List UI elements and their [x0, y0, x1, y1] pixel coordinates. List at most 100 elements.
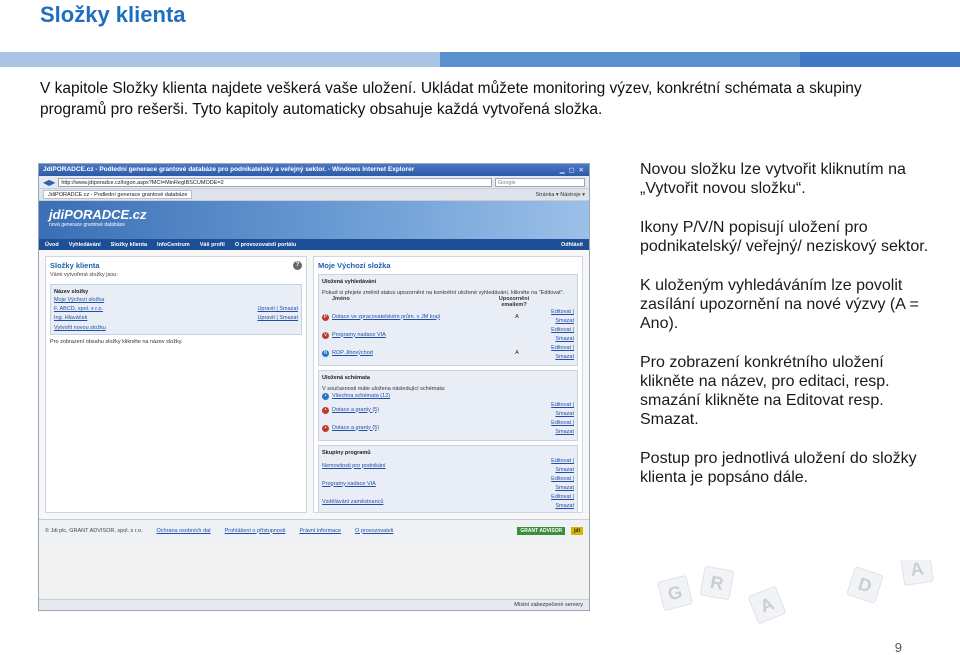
browser-title: JdiPORADCE.cz - Podlední generace granto…: [43, 166, 415, 173]
scheme-icon: •: [322, 393, 329, 400]
saved-searches-header: Jméno Upozornění emailem?: [322, 296, 574, 308]
group-link[interactable]: Nemovitosti pro podnikání: [322, 462, 531, 471]
browser-titlebar: JdiPORADCE.cz - Podlední generace granto…: [39, 164, 589, 176]
band-segment-light: [0, 52, 440, 67]
footer-copyright: © Jdi plc, GRANT ADVISOR, spol. s r.o.: [45, 527, 143, 534]
folder-detail-panel: Moje Výchozí složka Uložená vyhledávání …: [313, 256, 583, 513]
footer-logos: GRANT ADVISOR jdi: [517, 526, 583, 535]
row-actions[interactable]: Editovat | Smazat: [534, 493, 574, 511]
table-row: V Programy nadace VIA Editovat | Smazat: [322, 326, 574, 344]
decor-tile: A: [747, 585, 787, 625]
folder-detail-title: Moje Výchozí složka: [318, 261, 391, 270]
folder-actions[interactable]: Upravit | Smazat: [257, 305, 298, 314]
folders-panel: Složky klienta ? Vámi vytvořené složky j…: [45, 256, 307, 513]
address-bar: ◀▶ http://www.jdiporadce.cz/logon.aspx?M…: [39, 176, 589, 189]
scheme-icon: •: [322, 406, 329, 414]
site-body: Složky klienta ? Vámi vytvořené složky j…: [39, 250, 589, 519]
list-item: Programy nadace VIA Editovat | Smazat: [322, 475, 574, 493]
back-forward-icon[interactable]: ◀▶: [43, 178, 55, 187]
folder-detail-header: Moje Výchozí složka: [318, 261, 578, 270]
footer-link-accessibility[interactable]: Prohlášení o přístupnosti: [225, 528, 286, 534]
col-alert: Upozornění emailem?: [498, 296, 530, 308]
group-link[interactable]: Vzdělávání zaměstnanců: [322, 498, 531, 507]
row-actions[interactable]: Editovat | Smazat: [534, 475, 574, 493]
saved-schemes-section: Uložená schémata V současnosti máte ulož…: [318, 370, 578, 441]
folder-link[interactable]: F. ABCD, spol. s r.o.: [54, 305, 103, 314]
new-folder-link[interactable]: Vytvořit novou složku: [54, 325, 298, 331]
footer-link-legal[interactable]: Právní informace: [299, 528, 341, 534]
group-link[interactable]: Programy nadace VIA: [322, 480, 531, 489]
grant-advisor-logo[interactable]: GRANT ADVISOR: [517, 526, 566, 535]
slide-title: Složky klienta: [40, 2, 186, 27]
list-item: Moje Výchozí složka: [54, 296, 298, 305]
logo-tagline: nová generace grantové databáze: [49, 222, 125, 228]
scheme-link[interactable]: Všechna schémata (12): [332, 392, 531, 401]
row-actions[interactable]: Editovat | Smazat: [534, 419, 574, 437]
saved-search-link[interactable]: Programy nadace VIA: [332, 331, 500, 340]
list-item: Ing. Hlaváček Upravit | Smazat: [54, 314, 298, 323]
browser-tools[interactable]: Stránka ▾ Nástroje ▾: [535, 192, 585, 198]
saved-searches-title: Uložená vyhledávání: [322, 279, 377, 285]
explanation-paragraph: Ikony P/V/N popisují uložení pro podnika…: [640, 219, 929, 255]
explanation-text: Novou složku lze vytvořit kliknutím na „…: [640, 160, 940, 507]
decor-tile: R: [699, 565, 735, 601]
scheme-icon: •: [322, 424, 329, 432]
table-row: P Dotace ve zpracovatelském prům. v JM k…: [322, 308, 574, 326]
saved-search-link[interactable]: Dotace ve zpracovatelském prům. v JM kra…: [332, 313, 500, 322]
site-navigation: Úvod Vyhledávání Složky klienta InfoCent…: [39, 239, 589, 250]
decorative-letter-tiles: G R A D A: [640, 560, 960, 655]
row-actions[interactable]: Editovat | Smazat: [534, 401, 574, 419]
browser-status-bar: Místní zabezpečené servery: [39, 599, 589, 610]
explanation-paragraph: Pro zobrazení konkrétního uložení klikně…: [640, 354, 890, 428]
footer-link-operator[interactable]: O provozovateli: [355, 528, 393, 534]
table-row: N ROP Jihovýchod A Editovat | Smazat: [322, 344, 574, 362]
folder-link[interactable]: Moje Výchozí složka: [54, 296, 104, 305]
nav-item-vyhledavani[interactable]: Vyhledávání: [69, 242, 101, 248]
list-item: • Dotace a granty (5) Editovat | Smazat: [322, 419, 574, 437]
footer-link-privacy[interactable]: Ochrana osobních dat: [156, 528, 210, 534]
url-field[interactable]: http://www.jdiporadce.cz/logon.aspx?MCI=…: [58, 177, 492, 187]
help-icon[interactable]: ?: [293, 261, 302, 270]
folders-column-header: Název složky: [54, 289, 89, 295]
explanation-paragraph: K uloženým vyhledáváním lze povolit zasí…: [640, 277, 919, 332]
logo-text: jdiPORADCE.cz: [49, 207, 147, 222]
nav-item-o-provozovateli[interactable]: O provozovateli portálu: [235, 242, 296, 248]
scheme-link[interactable]: Dotace a granty (5): [332, 424, 531, 433]
folders-subtitle: Vámi vytvořené složky jsou:: [50, 272, 118, 278]
browser-search-field[interactable]: Google: [495, 177, 585, 187]
col-name: Jméno: [332, 296, 350, 302]
band-segment-dark: [800, 52, 960, 67]
list-item: F. ABCD, spol. s r.o. Upravit | Smazat: [54, 305, 298, 314]
saved-schemes-title: Uložená schémata: [322, 375, 370, 381]
row-actions[interactable]: Editovat | Smazat: [534, 344, 574, 362]
browser-tab[interactable]: JdiPORADCE.cz - Podlední generace granto…: [43, 190, 193, 199]
window-buttons-icon[interactable]: ▁ ▢ ✕: [560, 166, 585, 174]
folders-note: Pro zobrazení obsahu složky klikněte na …: [50, 339, 183, 345]
nav-item-vas-profil[interactable]: Váš profil: [200, 242, 225, 248]
site-header: jdiPORADCE.cz nová generace grantové dat…: [39, 201, 589, 239]
saved-searches-section: Uložená vyhledávání Pokud si přejete změ…: [318, 274, 578, 366]
row-actions[interactable]: Editovat | Smazat: [534, 326, 574, 344]
sector-icon-v: V: [322, 331, 329, 339]
site-logo[interactable]: jdiPORADCE.cz nová generace grantové dat…: [49, 207, 147, 228]
folder-actions[interactable]: Upravit | Smazat: [257, 314, 298, 323]
nav-item-infocentrum[interactable]: InfoCentrum: [157, 242, 190, 248]
explanation-paragraph: Novou složku lze vytvořit kliknutím na „…: [640, 161, 906, 197]
scheme-link[interactable]: Dotace a granty (5): [332, 406, 531, 415]
browser-status-text: Místní zabezpečené servery: [514, 602, 583, 608]
header-band: [0, 52, 960, 67]
logout-link[interactable]: Odhlásit: [561, 242, 583, 248]
row-actions[interactable]: Editovat | Smazat: [534, 457, 574, 475]
sector-icon-n: N: [322, 349, 329, 357]
row-actions[interactable]: Editovat | Smazat: [534, 308, 574, 326]
list-item: Vzdělávání zaměstnanců Editovat | Smazat: [322, 493, 574, 511]
saved-search-link[interactable]: ROP Jihovýchod: [332, 349, 500, 358]
list-item: • Dotace a granty (5) Editovat | Smazat: [322, 401, 574, 419]
tab-bar: JdiPORADCE.cz - Podlední generace granto…: [39, 189, 589, 201]
folders-panel-title: Složky klienta: [50, 261, 100, 270]
folder-link[interactable]: Ing. Hlaváček: [54, 314, 87, 323]
jdi-logo[interactable]: jdi: [571, 526, 583, 535]
nav-item-uvod[interactable]: Úvod: [45, 242, 59, 248]
decor-tile: A: [900, 560, 934, 586]
nav-item-slozky-klienta[interactable]: Složky klienta: [111, 242, 147, 248]
